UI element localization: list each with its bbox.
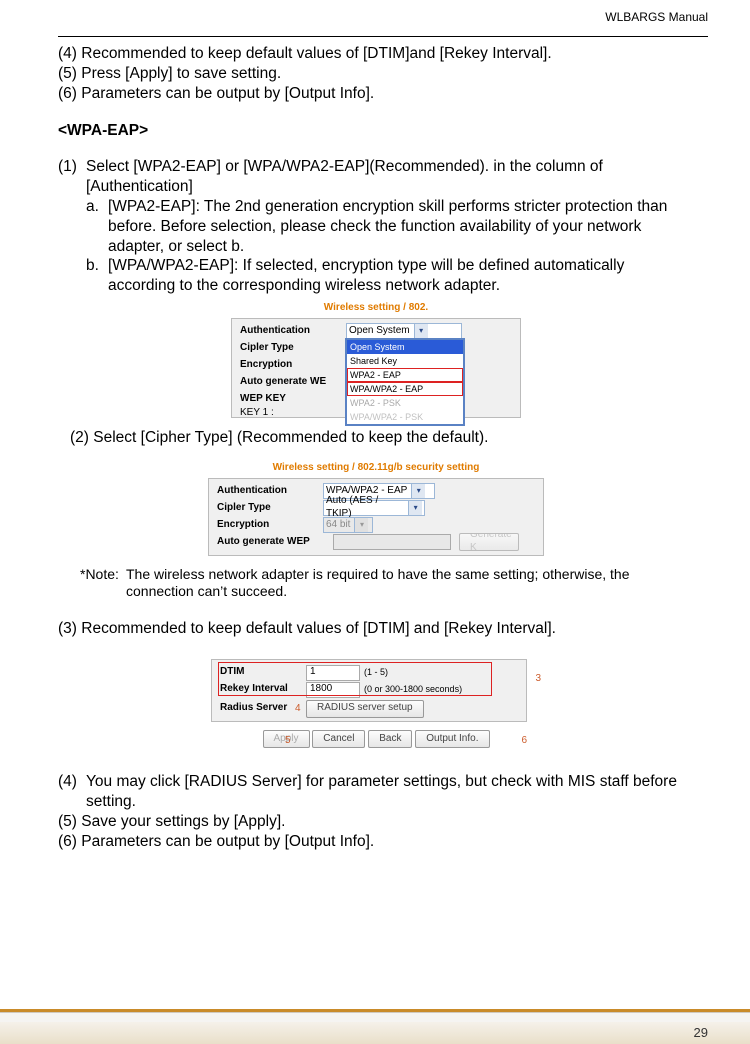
shot3-back-button[interactable]: Back (368, 730, 412, 748)
note-text: The wireless network adapter is required… (126, 566, 694, 602)
shot2-enc-value: 64 bit (326, 519, 350, 532)
bottom-step-6: (6) Parameters can be output by [Output … (58, 832, 694, 852)
shot2-enc-label: Encryption (217, 519, 323, 532)
shot3-rekey-input[interactable]: 1800 (306, 682, 360, 698)
shot1-auth-select[interactable]: Open System ▾ Open System Shared Key WPA… (346, 323, 462, 339)
step-1b-letter: b. (86, 256, 108, 296)
screenshot-dtim-rekey: DTIM 1 (1 - 5) Rekey Interval 1800 (0 or… (203, 659, 549, 748)
chevron-down-icon[interactable]: ▾ (411, 484, 425, 498)
shot1-autowep-label: Auto generate WE (240, 376, 346, 389)
shot1-opt-wpa2-eap[interactable]: WPA2 - EAP (347, 368, 463, 382)
shot3-apply-button[interactable]: Apply (263, 730, 310, 748)
step-1: (1) Select [WPA2-EAP] or [WPA/WPA2-EAP](… (58, 157, 694, 197)
chevron-down-icon[interactable]: ▾ (408, 501, 422, 515)
shot2-cipher-select[interactable]: Auto (AES / TKIP) ▾ (323, 500, 425, 516)
shot3-dtim-hint: (1 - 5) (364, 667, 388, 679)
bottom-step-4-text: You may click [RADIUS Server] for parame… (86, 772, 694, 812)
shot3-dtim-input[interactable]: 1 (306, 665, 360, 681)
top-step-5: (5) Press [Apply] to save setting. (58, 64, 694, 84)
step-1-number: (1) (58, 157, 86, 197)
bottom-step-4-number: (4) (58, 772, 86, 812)
screenshot-cipher-type: Wireless setting / 802.11g/b security se… (208, 462, 544, 556)
shot2-generate-button: Generate K (459, 533, 519, 551)
shot2-enc-select: 64 bit ▾ (323, 517, 373, 533)
bottom-step-5: (5) Save your settings by [Apply]. (58, 812, 694, 832)
page-number: 29 (0, 1022, 750, 1044)
step-1b: b. [WPA/WPA2-EAP]: If selected, encrypti… (86, 256, 694, 296)
bottom-step-4: (4) You may click [RADIUS Server] for pa… (58, 772, 694, 812)
header-manual-title: WLBARGS Manual (605, 10, 708, 24)
shot1-enc-label: Encryption (240, 359, 346, 372)
shot2-auth-label: Authentication (217, 485, 323, 498)
shot1-auth-value: Open System (349, 325, 410, 338)
shot3-cancel-button[interactable]: Cancel (312, 730, 365, 748)
step-1a-text: [WPA2-EAP]: The 2nd generation encryptio… (108, 197, 694, 256)
shot2-autowep-input (333, 534, 451, 550)
shot1-key1-label: KEY 1 : (240, 408, 346, 418)
note-label: *Note: (80, 566, 126, 602)
shot3-annotation-3: 3 (535, 673, 541, 686)
top-step-6: (6) Parameters can be output by [Output … (58, 84, 694, 104)
top-step-4: (4) Recommended to keep default values o… (58, 44, 694, 64)
step-1b-text: [WPA/WPA2-EAP]: If selected, encryption … (108, 256, 694, 296)
shot1-opt-open-system[interactable]: Open System (347, 340, 463, 354)
shot3-dtim-label: DTIM (220, 666, 306, 679)
shot1-title: Wireless setting / 802. (231, 302, 521, 315)
shot1-opt-wpa2-psk[interactable]: WPA2 - PSK (347, 396, 463, 410)
note-block: *Note: The wireless network adapter is r… (80, 566, 694, 602)
shot3-radius-label: Radius Server (220, 702, 306, 715)
shot2-autowep-label: Auto generate WEP (217, 536, 333, 549)
shot1-auth-label: Authentication (240, 325, 346, 338)
shot3-output-info-button[interactable]: Output Info. (415, 730, 489, 748)
shot1-opt-wpa-wpa2-eap[interactable]: WPA/WPA2 - EAP (347, 382, 463, 396)
step-1a: a. [WPA2-EAP]: The 2nd generation encryp… (86, 197, 694, 256)
step-2: (2) Select [Cipher Type] (Recommended to… (70, 428, 694, 448)
screenshot-auth-dropdown: Wireless setting / 802. Authentication O… (231, 302, 521, 418)
step-1a-letter: a. (86, 197, 108, 256)
page-footer: 29 (0, 1009, 750, 1044)
section-heading-wpa-eap: <WPA-EAP> (58, 121, 694, 141)
shot1-wepkey-label: WEP KEY (240, 393, 346, 406)
header-rule (58, 36, 708, 37)
shot2-title: Wireless setting / 802.11g/b security se… (208, 462, 544, 475)
page-content: (4) Recommended to keep default values o… (58, 44, 694, 851)
shot2-cipher-label: Cipler Type (217, 502, 323, 515)
step-1-text: Select [WPA2-EAP] or [WPA/WPA2-EAP](Reco… (86, 157, 694, 197)
shot1-opt-shared-key[interactable]: Shared Key (347, 354, 463, 368)
step-3: (3) Recommended to keep default values o… (58, 619, 694, 639)
shot3-radius-button[interactable]: RADIUS server setup (306, 700, 424, 718)
shot1-auth-dropdown[interactable]: Open System Shared Key WPA2 - EAP WPA/WP… (346, 339, 464, 425)
shot3-rekey-hint: (0 or 300-1800 seconds) (364, 684, 462, 696)
chevron-down-icon[interactable]: ▾ (414, 324, 428, 338)
shot1-cipher-label: Cipler Type (240, 342, 346, 355)
shot3-rekey-label: Rekey Interval (220, 683, 306, 696)
chevron-down-icon: ▾ (354, 518, 368, 532)
shot1-opt-wpa-wpa2-psk[interactable]: WPA/WPA2 - PSK (347, 410, 463, 424)
